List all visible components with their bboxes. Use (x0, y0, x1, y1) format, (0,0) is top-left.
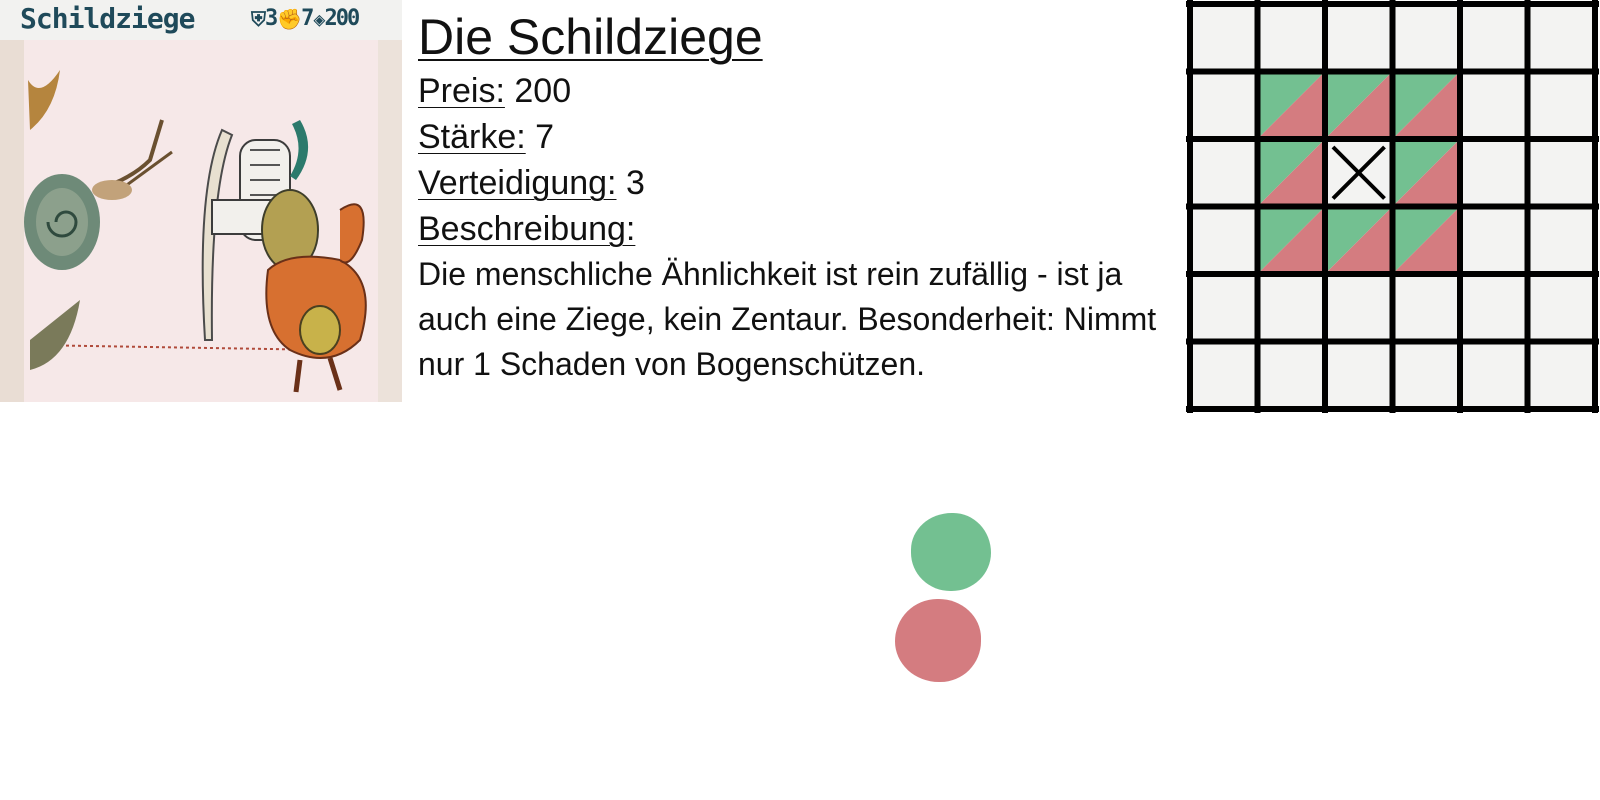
grid-cell (1190, 341, 1258, 409)
unit-card: Schildziege ⛨ 3 ✊ 7 ◈ 200 (0, 0, 402, 402)
grid-cell (1325, 341, 1393, 409)
grid-cell (1460, 139, 1528, 207)
card-strength-value: 7 (301, 6, 314, 31)
grid-cell (1460, 206, 1528, 274)
grid-cell (1257, 274, 1325, 342)
price-value: 200 (514, 72, 572, 110)
legend-green-dot (911, 513, 991, 591)
grid-cell (1527, 341, 1595, 409)
description-text: Die menschliche Ähnlichkeit ist rein zuf… (418, 256, 1157, 382)
grid-cell (1527, 274, 1595, 342)
grid-cell (1392, 341, 1460, 409)
card-defense-value: 3 (265, 6, 278, 31)
price-label: Preis: (418, 72, 505, 110)
fist-icon: ✊ (277, 6, 302, 31)
grid-cell (1325, 4, 1393, 72)
grid-cell (1460, 274, 1528, 342)
defense-label: Verteidigung: (418, 164, 617, 202)
gem-icon: ◈ (313, 6, 325, 31)
price-line: Preis: 200 (418, 68, 1178, 114)
grid-cell (1257, 4, 1325, 72)
grid-cell (1190, 4, 1258, 72)
strength-value: 7 (535, 118, 555, 156)
defense-line: Verteidigung: 3 (418, 160, 1178, 206)
shield-icon: ⛨ (251, 6, 266, 31)
grid-cell (1190, 206, 1258, 274)
description-heading-line: Beschreibung: (418, 206, 1178, 252)
grid-cell (1460, 71, 1528, 139)
grid-cell (1190, 274, 1258, 342)
card-name: Schildziege (20, 2, 195, 35)
grid-cell (1392, 4, 1460, 72)
grid-cell (1460, 4, 1528, 72)
legend-red-dot (895, 599, 981, 682)
grid-cell (1527, 71, 1595, 139)
description-label: Beschreibung: (418, 210, 636, 248)
card-stats: ⛨ 3 ✊ 7 ◈ 200 (250, 6, 360, 31)
grid-cell (1527, 139, 1595, 207)
defense-value: 3 (625, 164, 645, 202)
attack-range-grid (1186, 0, 1599, 413)
grid-cell (1257, 341, 1325, 409)
strength-line: Stärke: 7 (418, 114, 1178, 160)
grid-cell (1325, 274, 1393, 342)
grid-cell (1392, 274, 1460, 342)
grid-cell (1527, 4, 1595, 72)
grid-cell (1460, 341, 1528, 409)
unit-info-panel: Die Schildziege Preis: 200 Stärke: 7 Ver… (418, 8, 1178, 387)
card-illustration (0, 40, 402, 402)
card-price-value: 200 (324, 6, 360, 31)
grid-cell (1190, 139, 1258, 207)
unit-title: Die Schildziege (418, 9, 763, 65)
strength-label: Stärke: (418, 118, 526, 156)
grid-cell (1527, 206, 1595, 274)
grid-cell (1190, 71, 1258, 139)
